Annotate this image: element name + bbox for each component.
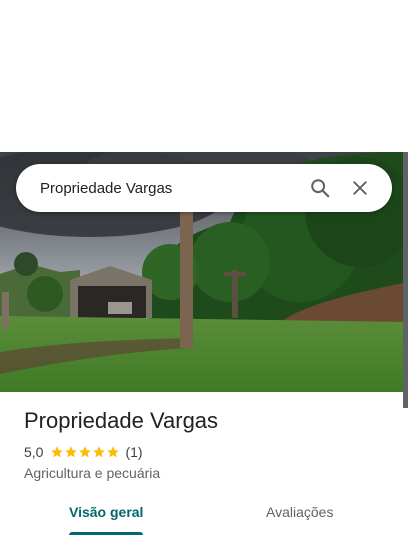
star-icon [65, 446, 78, 458]
tab-indicator [69, 532, 143, 535]
star-icon [93, 446, 106, 458]
search-icon[interactable] [300, 168, 340, 208]
search-input[interactable]: Propriedade Vargas [40, 180, 300, 197]
scrollbar[interactable] [403, 152, 408, 408]
review-count[interactable]: (1) [125, 444, 142, 460]
place-title: Propriedade Vargas [24, 408, 219, 433]
star-rating [50, 445, 120, 459]
blank-area [0, 0, 408, 152]
close-icon[interactable] [340, 168, 380, 208]
rating-row: 5,0 (1) [24, 444, 143, 460]
place-category: Agricultura e pecuária [24, 465, 161, 481]
search-bar[interactable]: Propriedade Vargas [16, 164, 392, 212]
star-icon [79, 446, 92, 458]
tab-overview[interactable]: Visão geral [69, 504, 143, 520]
star-icon [107, 446, 120, 458]
rating-value: 5,0 [24, 444, 44, 460]
tab-reviews[interactable]: Avaliações [266, 504, 333, 520]
star-icon [51, 446, 64, 458]
